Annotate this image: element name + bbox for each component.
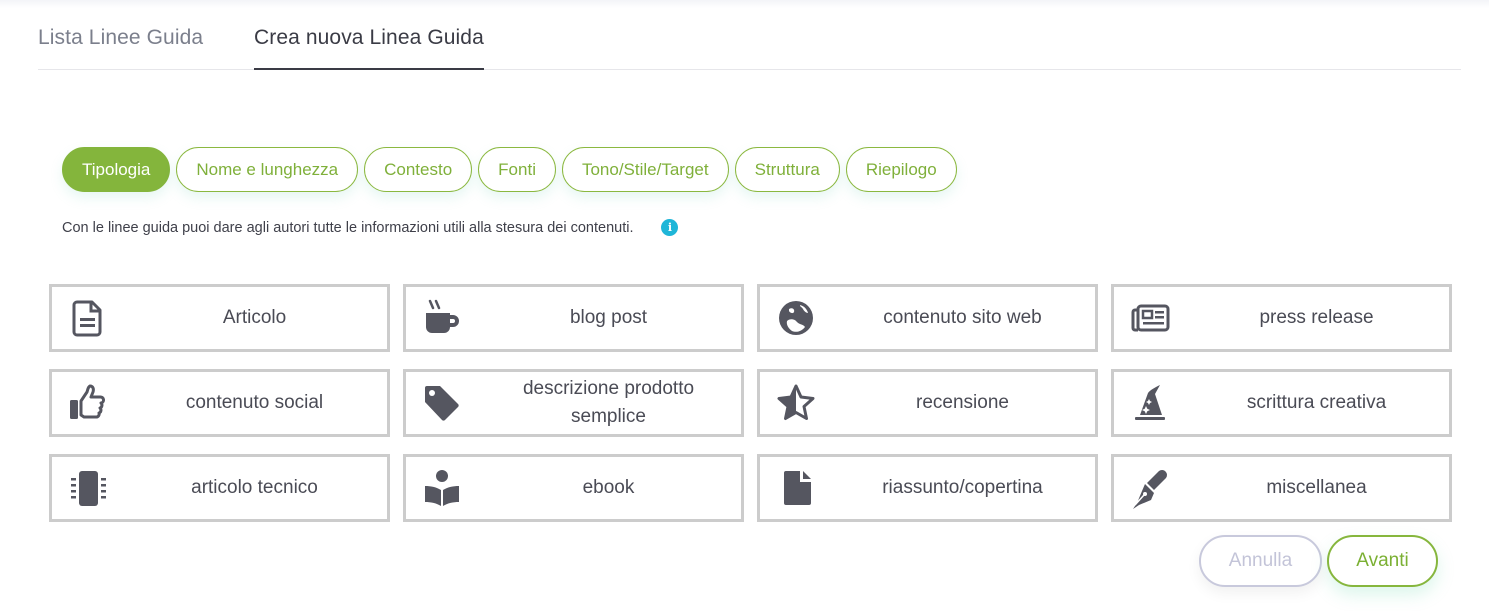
- step-tono-stile-target[interactable]: Tono/Stile/Target: [561, 147, 729, 192]
- info-text: Con le linee guida puoi dare agli autori…: [62, 219, 634, 236]
- step-nome-e-lunghezza[interactable]: Nome e lunghezza: [176, 147, 359, 192]
- type-label: riassunto/copertina: [882, 477, 1043, 498]
- type-card-descrizione-prodotto-semplice[interactable]: descrizione prodotto semplice: [403, 369, 744, 437]
- type-label: miscellanea: [1266, 477, 1367, 498]
- type-label: contenuto social: [185, 392, 324, 413]
- main-tabs: Lista Linee Guida Crea nuova Linea Guida: [38, 22, 1461, 70]
- book-reader-icon: [420, 466, 464, 510]
- type-label: blog post: [569, 307, 648, 328]
- type-card-articolo[interactable]: Articolo: [49, 284, 390, 352]
- tag-icon: [420, 381, 464, 425]
- wizard-actions: Annulla Avanti: [1199, 535, 1438, 587]
- type-label: ebook: [582, 477, 635, 498]
- step-contesto[interactable]: Contesto: [364, 147, 473, 192]
- type-grid: Articolo blog post contenuto sito web pr…: [49, 284, 1452, 522]
- type-card-miscellanea[interactable]: miscellanea: [1111, 454, 1452, 522]
- wizard-steps: Tipologia Nome e lunghezza Contesto Font…: [62, 147, 957, 192]
- type-label: articolo tecnico: [191, 477, 318, 498]
- microchip-icon: [66, 466, 110, 510]
- globe-icon: [774, 296, 818, 340]
- next-button[interactable]: Avanti: [1327, 535, 1438, 587]
- file-lines-icon: [66, 296, 110, 340]
- type-label: scrittura creativa: [1246, 392, 1387, 413]
- newspaper-icon: [1128, 296, 1172, 340]
- star-half-icon: [774, 381, 818, 425]
- type-card-articolo-tecnico[interactable]: articolo tecnico: [49, 454, 390, 522]
- top-shadow: [0, 0, 1489, 8]
- wizard-hat-icon: [1128, 381, 1172, 425]
- type-card-riassunto-copertina[interactable]: riassunto/copertina: [757, 454, 1098, 522]
- type-card-contenuto-social[interactable]: contenuto social: [49, 369, 390, 437]
- thumbs-up-icon: [66, 381, 110, 425]
- type-card-scrittura-creativa[interactable]: scrittura creativa: [1111, 369, 1452, 437]
- info-circle-icon[interactable]: i: [661, 219, 679, 236]
- step-tipologia[interactable]: Tipologia: [62, 147, 171, 192]
- step-riepilogo[interactable]: Riepilogo: [845, 147, 957, 192]
- type-label: contenuto sito web: [883, 307, 1042, 328]
- type-label: descrizione prodotto semplice: [522, 378, 695, 427]
- tab-crea-nuova-linea-guida[interactable]: Crea nuova Linea Guida: [254, 26, 484, 70]
- type-card-recensione[interactable]: recensione: [757, 369, 1098, 437]
- cancel-button[interactable]: Annulla: [1199, 535, 1322, 587]
- file-icon: [774, 466, 818, 510]
- type-label: recensione: [916, 392, 1009, 413]
- step-struttura[interactable]: Struttura: [734, 147, 840, 192]
- type-card-blog-post[interactable]: blog post: [403, 284, 744, 352]
- coffee-mug-icon: [420, 296, 464, 340]
- step-fonti[interactable]: Fonti: [478, 147, 556, 192]
- info-row: Con le linee guida puoi dare agli autori…: [62, 219, 679, 236]
- tab-lista-linee-guida[interactable]: Lista Linee Guida: [38, 26, 203, 70]
- fountain-pen-icon: [1128, 466, 1172, 510]
- type-label: Articolo: [222, 307, 287, 328]
- type-label: press release: [1259, 307, 1374, 328]
- type-card-press-release[interactable]: press release: [1111, 284, 1452, 352]
- type-card-contenuto-sito-web[interactable]: contenuto sito web: [757, 284, 1098, 352]
- type-card-ebook[interactable]: ebook: [403, 454, 744, 522]
